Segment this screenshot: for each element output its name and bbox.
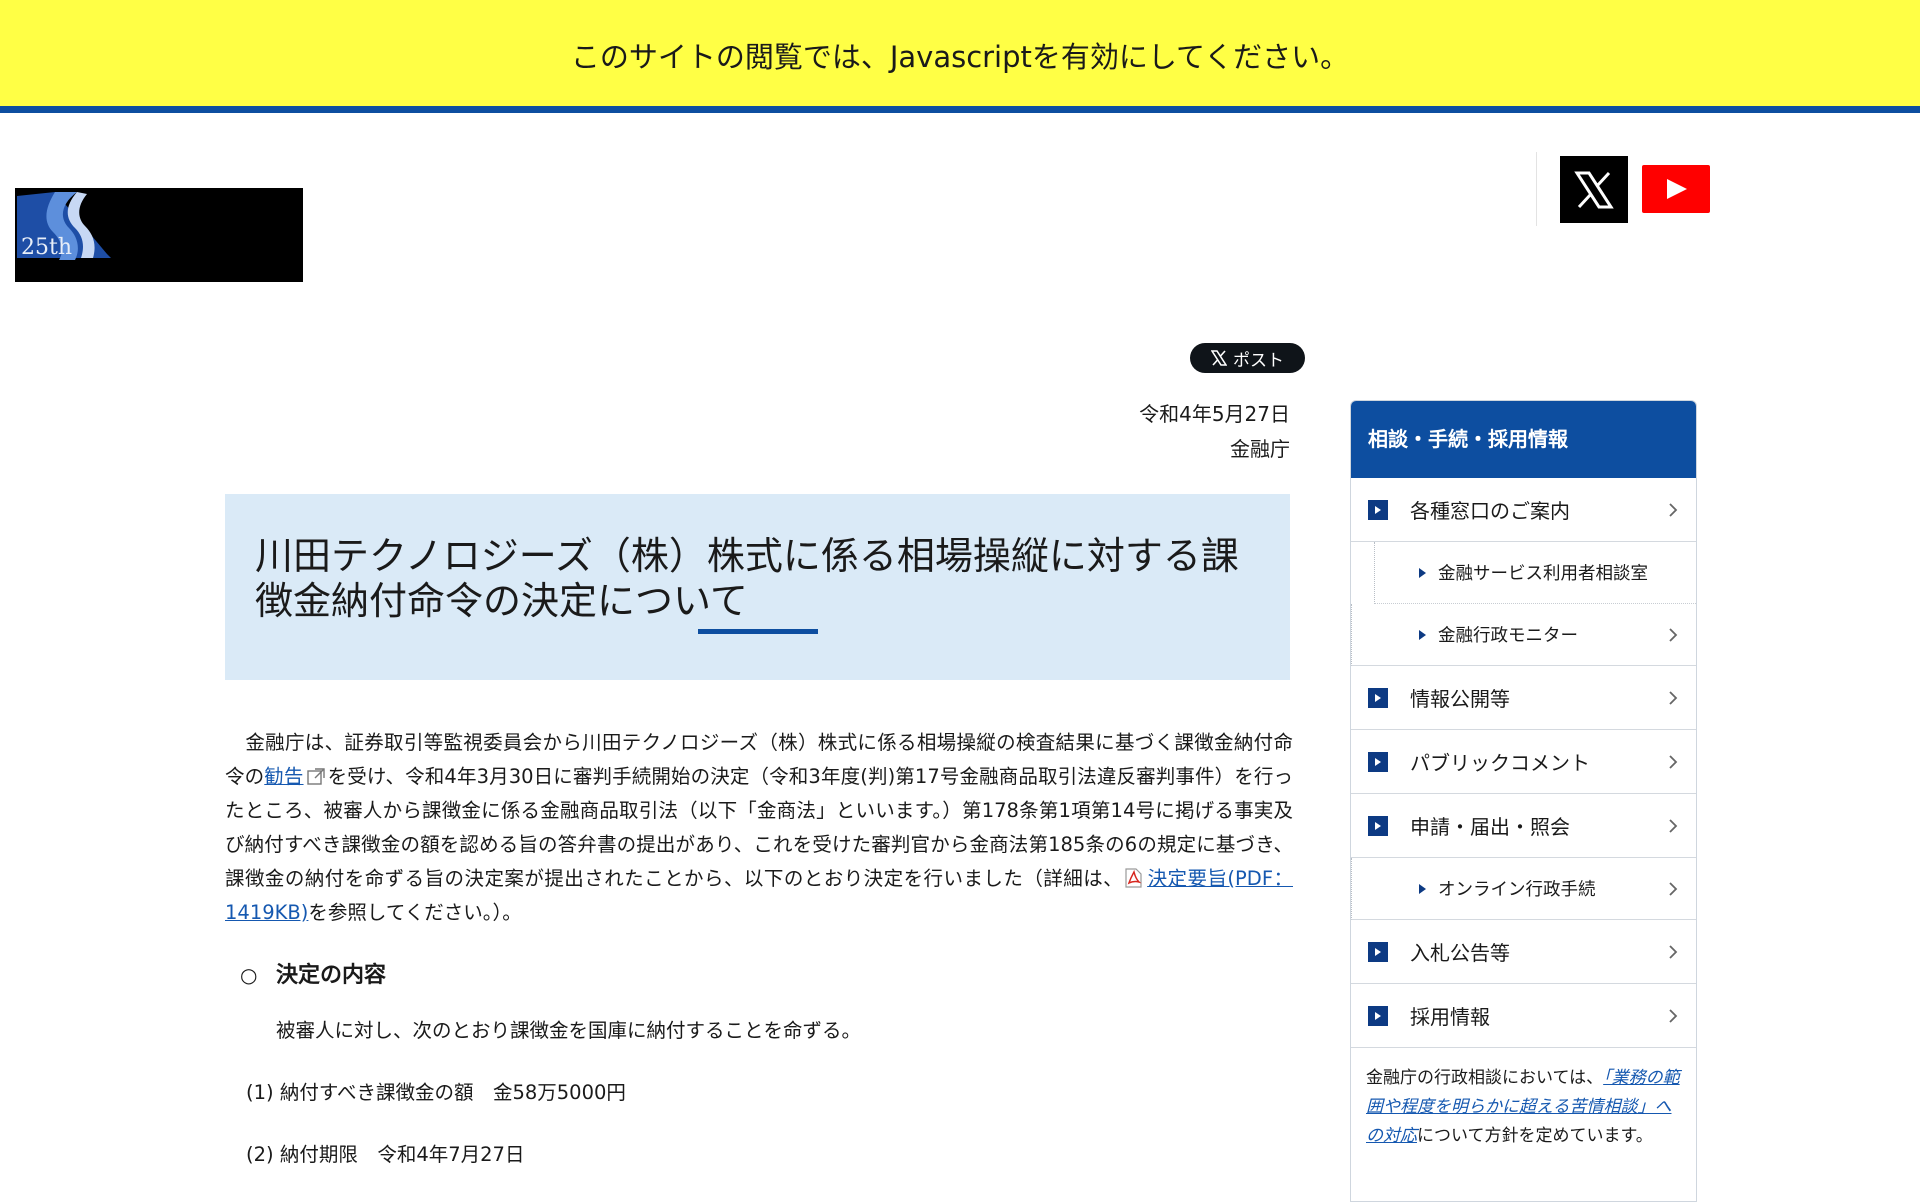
title-underline <box>698 629 818 634</box>
sidebar-item-recruitment[interactable]: 採用情報 <box>1351 984 1696 1048</box>
article-body: 金融庁は、証券取引等監視委員会から川田テクノロジーズ（株）株式に係る相場操縦の検… <box>225 726 1293 930</box>
triangle-right-icon <box>1419 629 1426 640</box>
sidebar-heading: 相談・手続・採用情報 <box>1351 401 1696 478</box>
x-link[interactable] <box>1560 156 1628 223</box>
header-divider <box>1536 152 1537 226</box>
logo-mark-icon: 25th <box>17 192 111 260</box>
chevron-right-icon <box>1669 1008 1678 1023</box>
sidebar-item-label: 金融サービス利用者相談室 <box>1438 564 1648 584</box>
youtube-icon <box>1667 179 1687 199</box>
triangle-right-icon <box>1419 567 1426 578</box>
note-text-2: について方針を定めています。 <box>1417 1126 1653 1146</box>
square-arrow-icon <box>1368 687 1388 708</box>
logo-badge: 25th <box>21 235 72 260</box>
sidebar-item-contact-windows[interactable]: 各種窓口のご案内 <box>1351 478 1696 542</box>
sidebar-sub-item-admin-monitor[interactable]: 金融行政モニター <box>1351 604 1696 666</box>
chevron-right-icon <box>1669 627 1678 642</box>
sidebar-note: 金融庁の行政相談においては、「業務の範囲や程度を明らかに超える苦情相談」への対応… <box>1351 1048 1696 1151</box>
pdf-icon <box>1125 868 1142 888</box>
title-box: 川田テクノロジーズ（株）株式に係る相場操縦に対する課徴金納付命令の決定について <box>225 494 1290 680</box>
sidebar-item-label: 申請・届出・照会 <box>1410 815 1570 839</box>
chevron-right-icon <box>1669 502 1678 517</box>
sidebar-item-disclosure[interactable]: 情報公開等 <box>1351 666 1696 730</box>
sidebar-sub-item-consumer-office[interactable]: 金融サービス利用者相談室 <box>1374 542 1696 604</box>
body-text-3: を参照してください。）。 <box>308 901 522 924</box>
chevron-right-icon <box>1669 881 1678 896</box>
chevron-right-icon <box>1669 690 1678 705</box>
square-arrow-icon <box>1368 751 1388 772</box>
chevron-right-icon <box>1669 818 1678 833</box>
post-label: ポスト <box>1233 350 1284 371</box>
square-arrow-icon <box>1368 1005 1388 1026</box>
chevron-right-icon <box>1669 944 1678 959</box>
section-bullet: ○ <box>240 963 258 987</box>
banner-text: このサイトの閲覧では、Javascriptを有効にしてください。 <box>570 40 1350 74</box>
sidebar-sub-item-online-procedures[interactable]: オンライン行政手続 <box>1351 858 1696 920</box>
square-arrow-icon <box>1368 499 1388 520</box>
sidebar-consultation: 相談・手続・採用情報 各種窓口のご案内 金融サービス利用者相談室 金融行政モニタ… <box>1350 400 1697 1202</box>
sidebar-item-public-comment[interactable]: パブリックコメント <box>1351 730 1696 794</box>
external-link-icon <box>306 768 325 785</box>
sidebar-item-label: オンライン行政手続 <box>1438 880 1596 900</box>
triangle-right-icon <box>1419 883 1426 894</box>
site-logo[interactable]: 25th <box>15 188 303 282</box>
sidebar-item-label: 情報公開等 <box>1410 687 1510 711</box>
section-title: 決定の内容 <box>276 963 387 988</box>
order-text: 被審人に対し、次のとおり課徴金を国庫に納付することを命ずる。 <box>276 1019 862 1042</box>
note-text-1: 金融庁の行政相談においては、 <box>1366 1068 1604 1088</box>
sidebar-item-applications[interactable]: 申請・届出・照会 <box>1351 794 1696 858</box>
publisher: 金融庁 <box>1230 437 1290 461</box>
sidebar-item-label: パブリックコメント <box>1410 751 1590 775</box>
publication-info: 令和4年5月27日 金融庁 <box>900 397 1290 467</box>
square-arrow-icon <box>1368 815 1388 836</box>
javascript-warning-banner: このサイトの閲覧では、Javascriptを有効にしてください。 <box>0 0 1920 113</box>
publication-date: 令和4年5月27日 <box>1139 402 1290 426</box>
section-heading: ○ 決定の内容 <box>240 957 386 989</box>
square-arrow-icon <box>1368 941 1388 962</box>
payment-deadline: (2) 納付期限 令和4年7月27日 <box>246 1143 525 1166</box>
chevron-right-icon <box>1669 754 1678 769</box>
penalty-amount: (1) 納付すべき課徴金の額 金58万5000円 <box>246 1081 626 1104</box>
sidebar-item-tenders[interactable]: 入札公告等 <box>1351 920 1696 984</box>
page-title: 川田テクノロジーズ（株）株式に係る相場操縦に対する課徴金納付命令の決定について <box>255 534 1239 623</box>
sidebar-item-label: 採用情報 <box>1410 1005 1490 1029</box>
x-post-icon <box>1211 350 1227 366</box>
sidebar-item-label: 入札公告等 <box>1410 941 1510 965</box>
recommendation-link[interactable]: 勧告 <box>264 765 303 788</box>
sidebar-item-label: 金融行政モニター <box>1438 626 1578 646</box>
x-logo-icon <box>1574 171 1614 208</box>
youtube-link[interactable] <box>1642 165 1710 213</box>
x-post-button[interactable]: ポスト <box>1190 343 1305 373</box>
sidebar-item-label: 各種窓口のご案内 <box>1410 499 1570 523</box>
